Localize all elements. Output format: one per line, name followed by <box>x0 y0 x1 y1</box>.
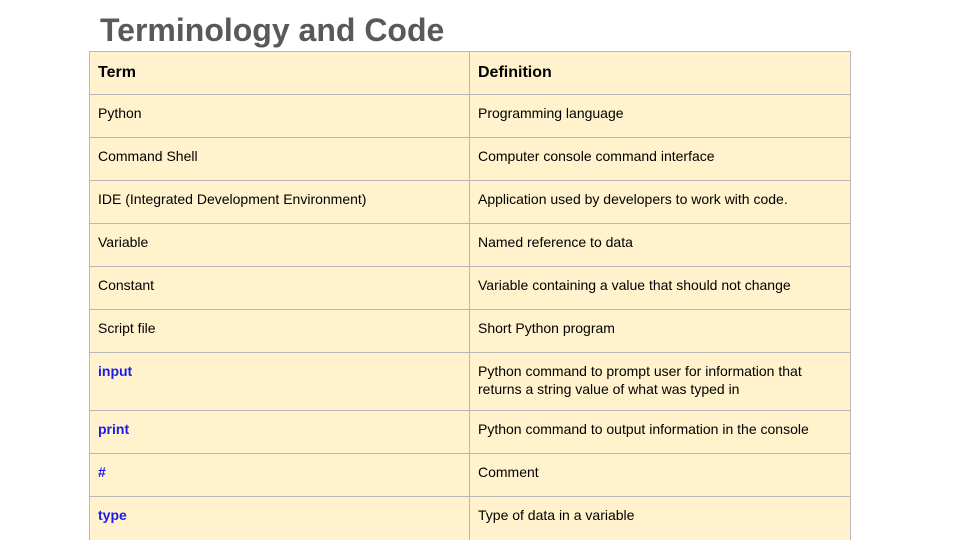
term-column-header: Term <box>89 51 470 95</box>
definition-cell: Comment <box>469 453 851 497</box>
table-row: Variable Named reference to data <box>89 223 851 267</box>
table-row: Command Shell Computer console command i… <box>89 137 851 181</box>
table-row: Script file Short Python program <box>89 309 851 353</box>
term-cell: Python <box>89 94 470 138</box>
code-term-cell: # <box>89 453 470 497</box>
code-term-cell: type <box>89 496 470 540</box>
definition-column-header: Definition <box>469 51 851 95</box>
table-row: input Python command to prompt user for … <box>89 352 851 411</box>
table-row: Python Programming language <box>89 94 851 138</box>
terminology-table: Term Definition Python Programming langu… <box>89 51 851 540</box>
table-row: type Type of data in a variable <box>89 496 851 540</box>
definition-cell: Python command to prompt user for inform… <box>469 352 851 411</box>
definition-cell: Type of data in a variable <box>469 496 851 540</box>
definition-cell: Short Python program <box>469 309 851 353</box>
definition-cell: Programming language <box>469 94 851 138</box>
term-cell: Command Shell <box>89 137 470 181</box>
code-term-cell: input <box>89 352 470 411</box>
table-header-row: Term Definition <box>89 51 851 95</box>
slide-title: Terminology and Code <box>100 12 445 48</box>
term-cell: IDE (Integrated Development Environment) <box>89 180 470 224</box>
term-cell: Script file <box>89 309 470 353</box>
definition-cell: Python command to output information in … <box>469 410 851 454</box>
definition-cell: Variable containing a value that should … <box>469 266 851 310</box>
table-row: # Comment <box>89 453 851 497</box>
term-cell: Constant <box>89 266 470 310</box>
table-row: IDE (Integrated Development Environment)… <box>89 180 851 224</box>
table-row: print Python command to output informati… <box>89 410 851 454</box>
definition-cell: Named reference to data <box>469 223 851 267</box>
code-term-cell: print <box>89 410 470 454</box>
definition-cell: Application used by developers to work w… <box>469 180 851 224</box>
definition-cell: Computer console command interface <box>469 137 851 181</box>
table-row: Constant Variable containing a value tha… <box>89 266 851 310</box>
term-cell: Variable <box>89 223 470 267</box>
